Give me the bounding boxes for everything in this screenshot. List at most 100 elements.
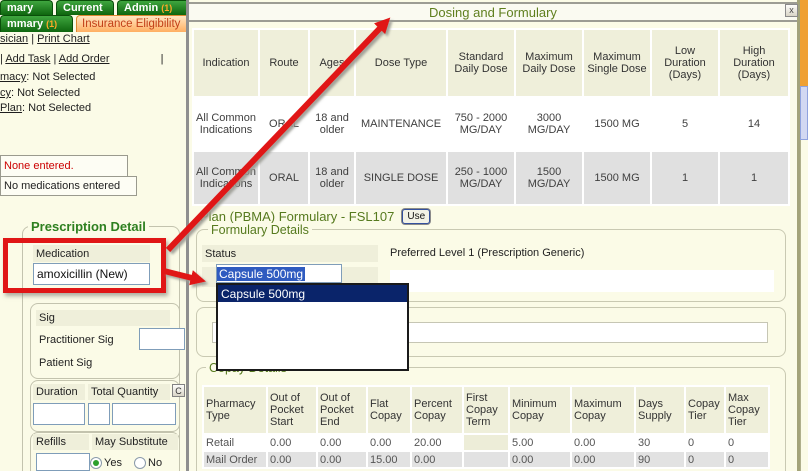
dose-dropdown-option[interactable]: Capsule 500mg — [218, 285, 407, 302]
cell: 5.00 — [510, 435, 570, 450]
copay-row-retail: Retail 0.00 0.00 0.00 20.00 5.00 0.00 30… — [204, 435, 768, 450]
substitute-yes-label: Yes — [104, 457, 122, 469]
add-order-link[interactable]: Add Order — [59, 53, 110, 65]
copay-table: Pharmacy Type Out of Pocket Start Out of… — [202, 385, 770, 469]
refills-input[interactable] — [36, 453, 90, 471]
agency-value: : Not Selected — [11, 87, 80, 99]
close-icon[interactable]: x — [785, 4, 798, 17]
cell: 0.00 — [510, 452, 570, 467]
quantity-input-2[interactable] — [112, 403, 176, 425]
cell: 0.00 — [368, 435, 410, 450]
use-button[interactable]: Use — [402, 209, 430, 224]
physician-link[interactable]: sician — [0, 33, 28, 45]
cell: 750 - 2000 MG/DAY — [448, 98, 514, 150]
col-days-supply: Days Supply — [636, 387, 684, 433]
copay-row-mail-order: Mail Order 0.00 0.00 15.00 0.00 0.00 0.0… — [204, 452, 768, 467]
cell: 0.00 — [268, 452, 316, 467]
dose-dropdown-list: Capsule 500mg — [216, 283, 409, 371]
cell: 0 — [686, 435, 724, 450]
separator: | — [31, 33, 34, 45]
cell: 0.00 — [572, 435, 634, 450]
cell: 90 — [636, 452, 684, 467]
tab-label: Insurance Eligibility — [82, 18, 180, 30]
cell: 0 — [686, 452, 724, 467]
plan-line: Plan: Not Selected — [0, 102, 91, 114]
cell: 0.00 — [318, 452, 366, 467]
cell: 0.00 — [268, 435, 316, 450]
separator: | — [0, 53, 3, 65]
dosing-row-maintenance: All Common Indications ORAL 18 and older… — [194, 98, 788, 150]
quantity-calc-button[interactable]: C — [172, 384, 185, 397]
chart-links-line2: | Add Task | Add Order | — [0, 53, 163, 65]
col-high-duration: High Duration (Days) — [720, 30, 788, 96]
quantity-input-1[interactable] — [88, 403, 110, 425]
pharmacy-value: : Not Selected — [26, 71, 95, 83]
tab-label: mary — [7, 2, 33, 14]
pharmacy-link[interactable]: macy — [0, 71, 26, 83]
duration-label: Duration — [33, 384, 85, 400]
col-oop-start: Out of Pocket Start — [268, 387, 316, 433]
plan-formulary-heading: Plan (PBMA) Formulary - FSL107 Use — [200, 209, 430, 224]
cell: SINGLE DOSE — [356, 152, 446, 204]
agency-link[interactable]: cy — [0, 87, 11, 99]
col-min-copay: Minimum Copay — [510, 387, 570, 433]
tab-admin[interactable]: Admin (1) — [117, 0, 191, 15]
dose-combobox-value: Capsule 500mg — [217, 267, 305, 281]
dose-combobox[interactable]: Capsule 500mg — [216, 264, 342, 283]
total-quantity-label: Total Quantity — [88, 384, 170, 400]
formulary-details-legend: Formulary Details — [208, 223, 312, 237]
dosing-table: Indication Route Ages Dose Type Standard… — [192, 28, 790, 206]
cell: All Common Indications — [194, 152, 258, 204]
cell: 1 — [720, 152, 788, 204]
tab-label: Admin — [124, 2, 158, 14]
right-edge-strip — [800, 140, 808, 471]
practitioner-sig-input[interactable] — [139, 328, 185, 350]
cell — [464, 452, 508, 467]
cell: Retail — [204, 435, 266, 450]
chart-links-line1: sician | Print Chart — [0, 33, 90, 45]
screen: mary Current Admin (1) mmary (1) Insuran… — [0, 0, 808, 471]
pharmacy-line: macy: Not Selected — [0, 71, 95, 83]
scrollbar-thumb[interactable] — [800, 86, 808, 140]
col-ages: Ages — [310, 30, 354, 96]
tab-label: Current — [63, 2, 103, 14]
tab-summary[interactable]: mmary (1) — [0, 15, 73, 32]
col-dose-type: Dose Type — [356, 30, 446, 96]
cell: 30 — [636, 435, 684, 450]
cell: All Common Indications — [194, 98, 258, 150]
tab-summary-top[interactable]: mary — [0, 0, 53, 15]
cell: MAINTENANCE — [356, 98, 446, 150]
plan-link[interactable]: Plan — [0, 102, 22, 114]
tab-insurance-eligibility[interactable]: Insurance Eligibility — [76, 15, 193, 32]
medications-note: No medications entered — [0, 176, 137, 196]
cell: ORAL — [260, 152, 308, 204]
duration-input[interactable] — [33, 403, 85, 425]
dosing-formulary-dialog: Dosing and Formulary x Indication Route … — [186, 0, 800, 471]
col-percent-copay: Percent Copay — [412, 387, 462, 433]
cell: 0.00 — [572, 452, 634, 467]
dialog-title: Dosing and Formulary — [429, 5, 557, 20]
add-task-link[interactable]: Add Task — [5, 53, 50, 65]
cell: 1500 MG/DAY — [516, 152, 582, 204]
substitute-yes-radio[interactable] — [90, 457, 102, 469]
agency-line: cy: Not Selected — [0, 87, 80, 99]
col-flat-copay: Flat Copay — [368, 387, 410, 433]
separator: | — [53, 53, 56, 65]
dosing-header-row: Indication Route Ages Dose Type Standard… — [194, 30, 788, 96]
annotation-box-medication — [3, 238, 166, 293]
patient-sig-label: Patient Sig — [36, 354, 136, 372]
prescription-detail-legend: Prescription Detail — [28, 219, 149, 234]
refills-label: Refills — [33, 434, 89, 450]
cell — [464, 435, 508, 450]
print-chart-link[interactable]: Print Chart — [37, 33, 90, 45]
col-copay-tier: Copay Tier — [686, 387, 724, 433]
substitute-no-label: No — [148, 457, 162, 469]
substitute-no-radio[interactable] — [134, 457, 146, 469]
tab-current[interactable]: Current — [56, 0, 114, 15]
col-max-copay: Maximum Copay — [572, 387, 634, 433]
col-first-copay-term: First Copay Term — [464, 387, 508, 433]
cell: Mail Order — [204, 452, 266, 467]
status-label: Status — [202, 245, 378, 262]
col-pharmacy-type: Pharmacy Type — [204, 387, 266, 433]
cell: 20.00 — [412, 435, 462, 450]
